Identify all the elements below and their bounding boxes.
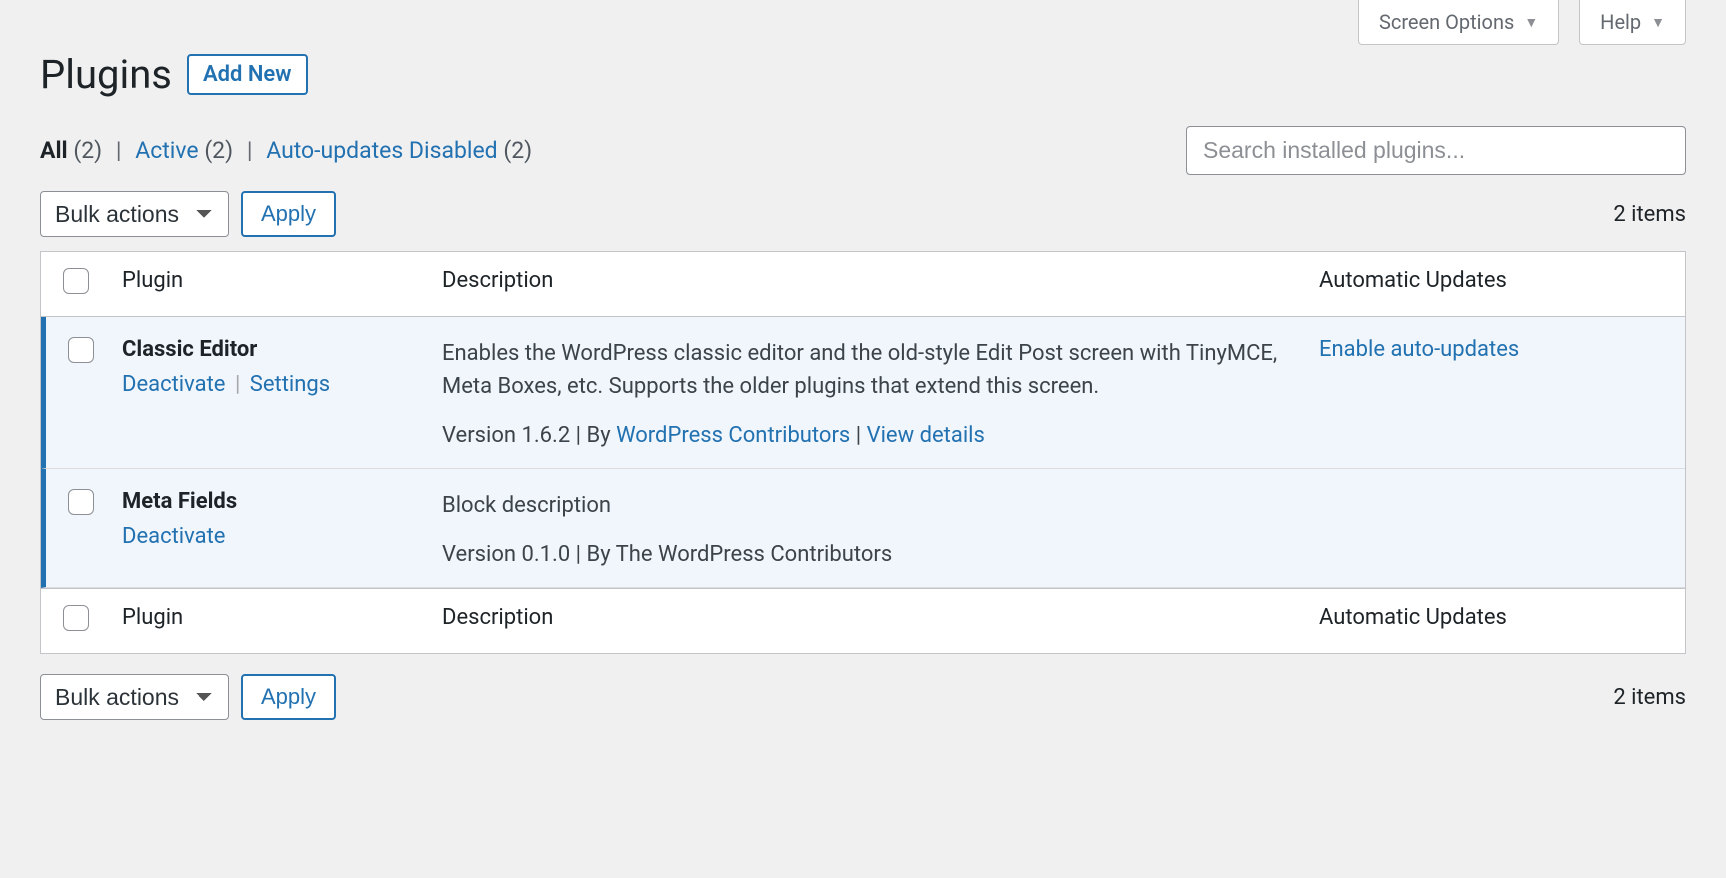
deactivate-link[interactable]: Deactivate <box>122 524 225 549</box>
items-count-bottom: 2 items <box>1613 685 1686 710</box>
help-toggle[interactable]: Help ▼ <box>1579 0 1686 45</box>
table-row: Classic Editor Deactivate | Settings Ena… <box>41 317 1685 469</box>
row-checkbox[interactable] <box>68 337 94 363</box>
plugin-description: Enables the WordPress classic editor and… <box>442 337 1291 403</box>
filter-active[interactable]: Active <box>135 137 204 164</box>
select-all-top[interactable] <box>63 268 89 294</box>
add-new-button[interactable]: Add New <box>187 54 308 95</box>
deactivate-link[interactable]: Deactivate <box>122 372 225 397</box>
col-plugin: Plugin <box>108 252 428 317</box>
bulk-actions-select-bottom[interactable]: Bulk actions <box>40 674 229 720</box>
screen-options-toggle[interactable]: Screen Options ▼ <box>1358 0 1559 45</box>
plugin-meta: Version 0.1.0 | By The WordPress Contrib… <box>442 542 1291 567</box>
col-auto-updates: Automatic Updates <box>1305 252 1685 317</box>
bulk-actions-select-top[interactable]: Bulk actions <box>40 191 229 237</box>
chevron-down-icon: ▼ <box>1524 14 1538 31</box>
row-checkbox[interactable] <box>68 489 94 515</box>
plugin-name: Meta Fields <box>122 489 414 514</box>
filter-auto-updates-disabled[interactable]: Auto-updates Disabled <box>266 137 503 164</box>
apply-button-bottom[interactable]: Apply <box>241 674 336 720</box>
search-input[interactable] <box>1186 126 1686 175</box>
enable-auto-updates-link[interactable]: Enable auto-updates <box>1319 337 1519 362</box>
plugins-table: Plugin Description Automatic Updates Cla… <box>40 251 1686 654</box>
view-details-link[interactable]: View details <box>867 423 985 448</box>
filter-links: All (2) | Active (2) | Auto-updates Disa… <box>40 137 532 164</box>
select-all-bottom[interactable] <box>63 605 89 631</box>
plugin-description: Block description <box>442 489 1291 522</box>
col-description: Description <box>428 252 1305 317</box>
plugin-meta: Version 1.6.2 | By WordPress Contributor… <box>442 423 1291 448</box>
table-row: Meta Fields Deactivate Block description… <box>41 469 1685 588</box>
page-title: Plugins <box>40 51 172 98</box>
help-label: Help <box>1600 10 1641 34</box>
items-count-top: 2 items <box>1613 202 1686 227</box>
filter-all[interactable]: All (2) <box>40 137 108 164</box>
plugin-author-link[interactable]: WordPress Contributors <box>616 423 850 448</box>
screen-options-label: Screen Options <box>1379 10 1514 34</box>
chevron-down-icon: ▼ <box>1651 14 1665 31</box>
settings-link[interactable]: Settings <box>250 372 330 397</box>
plugin-name: Classic Editor <box>122 337 414 362</box>
apply-button-top[interactable]: Apply <box>241 191 336 237</box>
